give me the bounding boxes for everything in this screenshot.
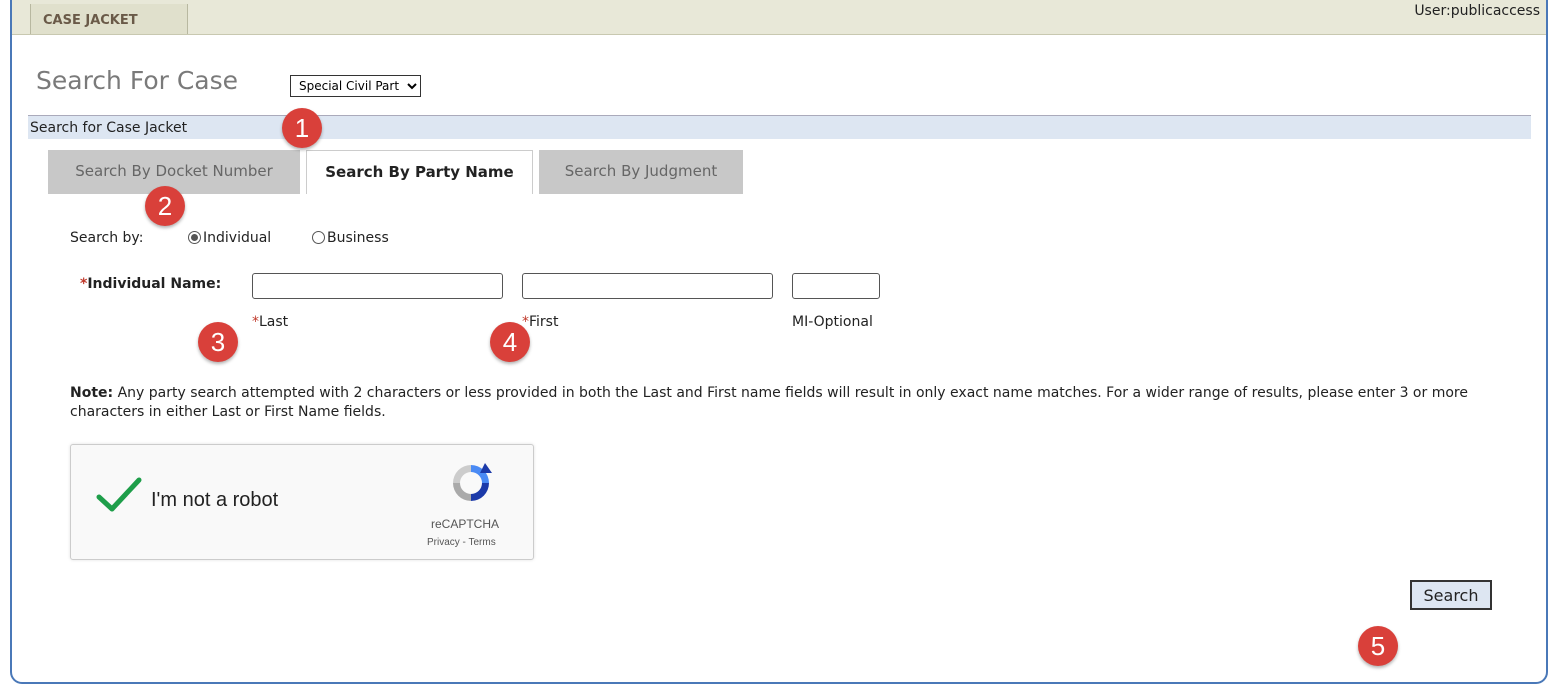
radio-business-label: Business (327, 230, 389, 246)
user-label: User:publicaccess (1414, 3, 1540, 19)
captcha-label: I'm not a robot (151, 489, 279, 511)
note-label: Note: (70, 385, 114, 401)
section-header: Search for Case Jacket (28, 115, 1531, 139)
checkmark-icon[interactable] (95, 475, 143, 515)
step-marker-4: 4 (490, 322, 530, 362)
case-jacket-tab[interactable]: CASE JACKET (30, 4, 188, 34)
search-by-label: Search by: (70, 230, 144, 246)
tab-party-name[interactable]: Search By Party Name (306, 150, 533, 194)
individual-name-text: Individual Name: (87, 276, 222, 292)
last-name-caption: *Last (252, 314, 288, 330)
step-marker-2: 2 (145, 186, 185, 226)
first-name-caption: *First (522, 314, 558, 330)
recaptcha-links[interactable]: Privacy - Terms (427, 537, 496, 548)
page-title: Search For Case (36, 66, 239, 95)
radio-checked-icon[interactable] (188, 231, 201, 244)
radio-business[interactable]: Business (312, 230, 389, 246)
tab-judgment[interactable]: Search By Judgment (539, 150, 743, 194)
radio-individual[interactable]: Individual (188, 230, 271, 246)
note-text: Any party search attempted with 2 charac… (70, 385, 1468, 420)
radio-unchecked-icon[interactable] (312, 231, 325, 244)
recaptcha-logo-icon (453, 463, 492, 501)
middle-initial-input[interactable] (792, 273, 880, 299)
individual-name-label: *Individual Name: (80, 276, 221, 292)
required-asterisk: * (252, 314, 259, 330)
first-name-input[interactable] (522, 273, 773, 299)
step-marker-5: 5 (1358, 626, 1398, 666)
top-bar: CASE JACKET User:publicaccess (12, 0, 1546, 35)
last-name-input[interactable] (252, 273, 503, 299)
court-type-select[interactable]: Special Civil Part (290, 75, 421, 97)
recaptcha-widget[interactable]: I'm not a robot reCAPTCHA Privacy - Term… (70, 444, 534, 560)
first-label: First (529, 314, 559, 330)
search-note: Note: Any party search attempted with 2 … (70, 384, 1510, 422)
last-label: Last (259, 314, 289, 330)
step-marker-1: 1 (282, 108, 322, 148)
page-frame: CASE JACKET User:publicaccess (10, 0, 1548, 684)
search-button[interactable]: Search (1410, 580, 1492, 610)
radio-individual-label: Individual (203, 230, 272, 246)
mi-caption: MI-Optional (792, 314, 873, 330)
step-marker-3: 3 (198, 322, 238, 362)
recaptcha-brand: reCAPTCHA (431, 517, 500, 531)
